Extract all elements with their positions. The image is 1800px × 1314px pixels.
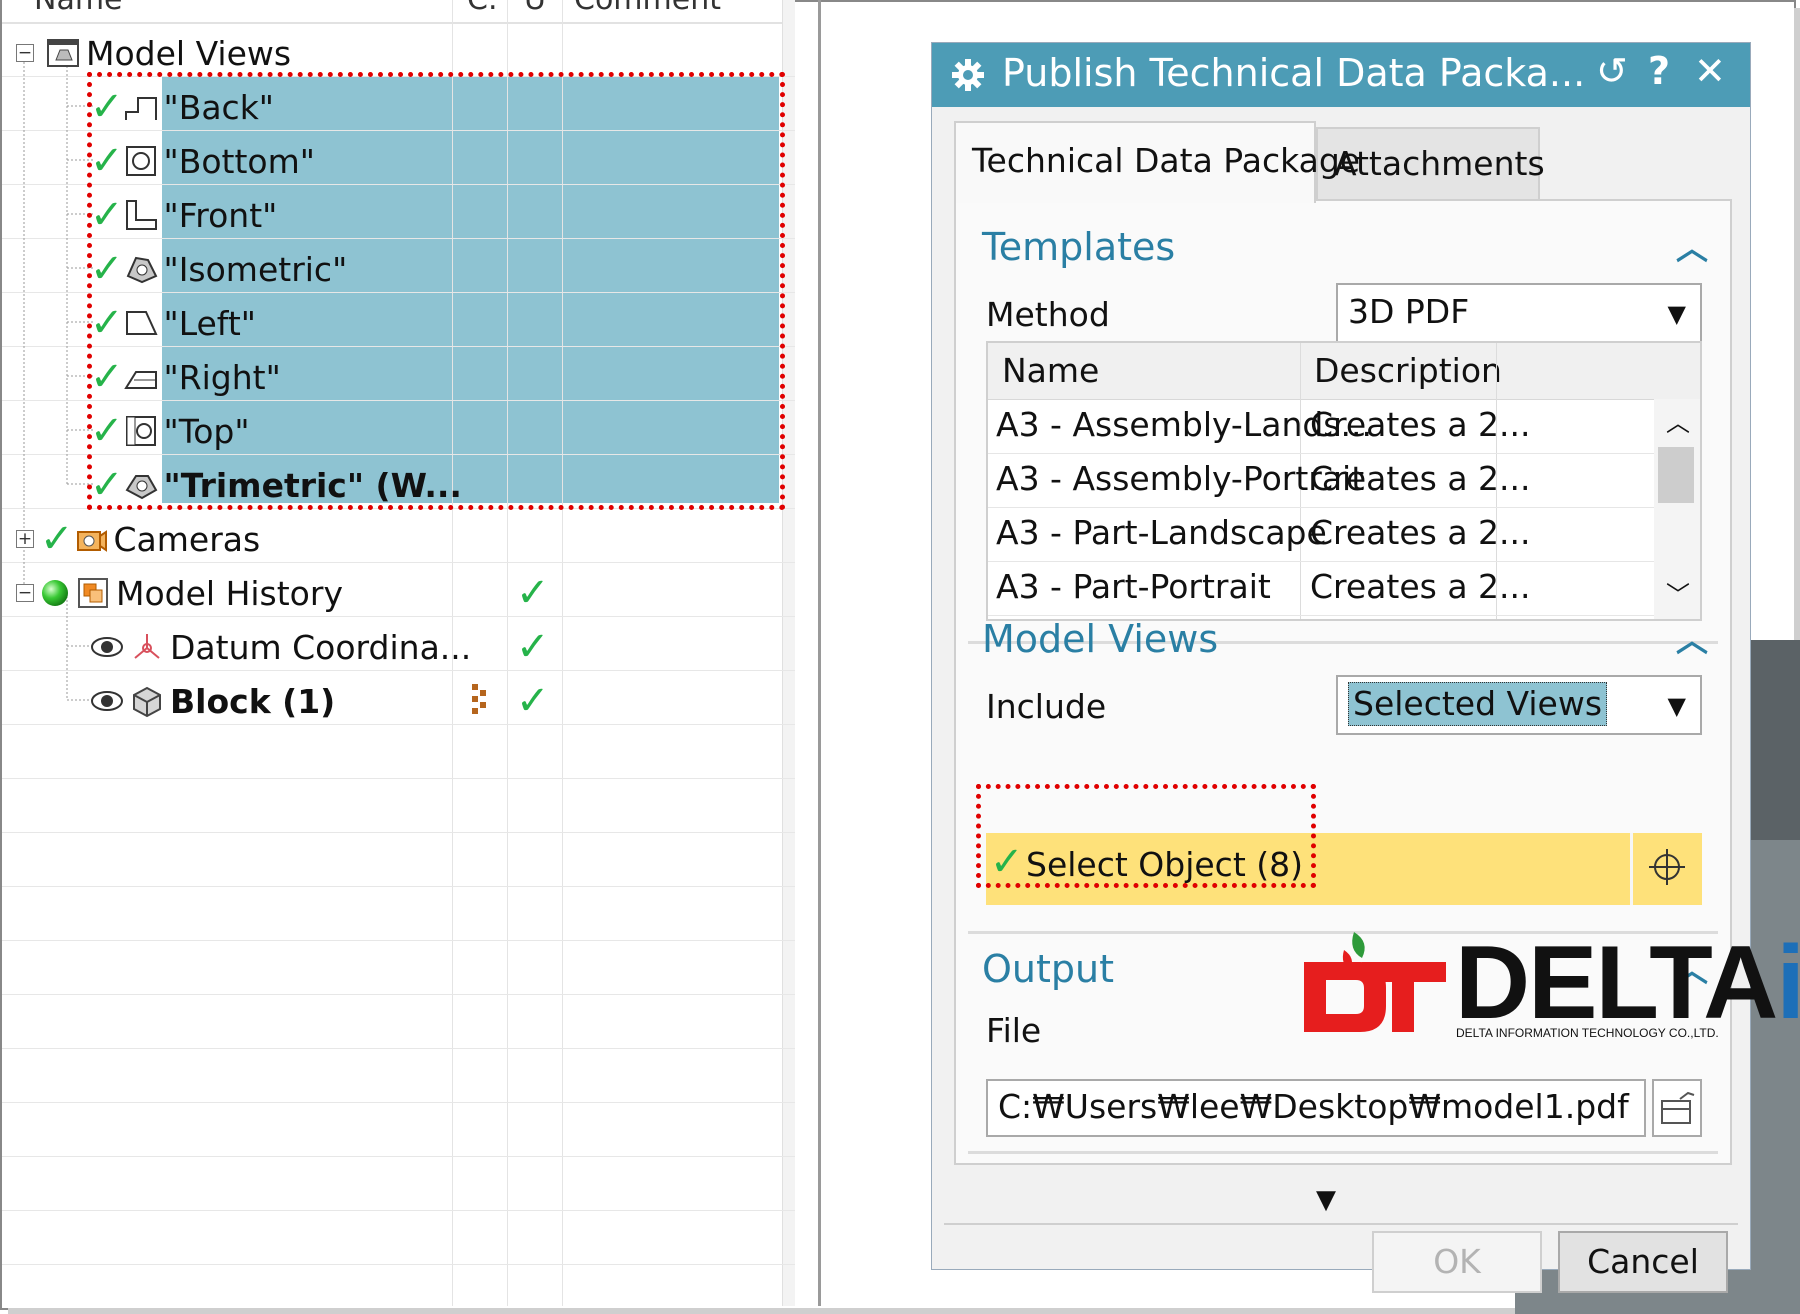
footer-separator: [944, 1223, 1738, 1225]
browse-folder-icon: [1661, 1091, 1695, 1124]
collapse-icon[interactable]: −: [16, 44, 34, 62]
tab-technical-data-package[interactable]: Technical Data Package: [954, 121, 1360, 203]
chevron-down-icon: ▼: [1667, 692, 1686, 720]
delta-it-logo-mark: [1304, 932, 1446, 1032]
up-to-date-check-icon: ✓: [516, 678, 550, 724]
dialog-title: Publish Technical Data Packa...: [1002, 51, 1586, 95]
tree-node-label: Block (1): [170, 681, 336, 721]
collapse-group-icon[interactable]: ︿: [1676, 615, 1708, 661]
group-separator: [968, 1151, 1718, 1154]
template-description: Creates a 2...: [1310, 459, 1531, 498]
window-splitter[interactable]: [818, 0, 821, 1306]
browse-button[interactable]: [1652, 1079, 1702, 1137]
dependency-icon: [472, 684, 486, 714]
close-icon[interactable]: ✕: [1694, 49, 1726, 93]
block-icon: [133, 686, 161, 718]
camera-icon: [76, 530, 107, 552]
template-name: A3 - Part-Landscape: [996, 513, 1327, 552]
reset-icon[interactable]: ↺: [1596, 49, 1628, 93]
model-views-icon: [47, 39, 79, 67]
scroll-up-icon[interactable]: ︿: [1666, 403, 1690, 438]
table-row[interactable]: A3 - Assembly-Lands... Creates a 2...: [988, 399, 1656, 454]
datum-csys-icon: [134, 634, 160, 659]
tree-node-feature[interactable]: Datum Coordina...: [90, 620, 471, 674]
group-title-output[interactable]: Output: [982, 947, 1114, 991]
expand-icon[interactable]: +: [16, 530, 34, 548]
check-icon: ✓: [40, 516, 74, 562]
include-select-value: Selected Views: [1348, 682, 1608, 726]
column-header-description[interactable]: Description: [1314, 351, 1502, 390]
eye-icon[interactable]: [90, 684, 124, 718]
tree-node-label: Model History: [116, 573, 343, 613]
gear-icon: [952, 59, 984, 91]
annotation-highlight-select-object: [976, 784, 1316, 888]
tree-node-label: Cameras: [113, 519, 261, 559]
scroll-down-icon[interactable]: ﹀: [1666, 575, 1690, 610]
up-to-date-check-icon: ✓: [516, 624, 550, 670]
tree-node-model-history[interactable]: − Model History: [16, 566, 343, 620]
templates-table: Name Description A3 - Assembly-Lands... …: [986, 341, 1702, 621]
cancel-button[interactable]: Cancel: [1558, 1231, 1728, 1293]
table-row[interactable]: A3 - Part-Portrait Creates a 2...: [988, 561, 1656, 616]
model-history-icon: [78, 578, 108, 608]
templates-table-header: Name Description: [988, 343, 1700, 400]
template-description: Creates a 2...: [1310, 513, 1531, 552]
column-header-comment[interactable]: Comment: [574, 0, 721, 17]
file-label: File: [986, 1011, 1042, 1050]
template-description: Creates a 2...: [1310, 567, 1531, 606]
tree-node-label: Datum Coordina...: [170, 627, 472, 667]
column-header-u[interactable]: U: [524, 0, 546, 17]
more-options-icon[interactable]: ▼: [1316, 1185, 1336, 1215]
group-title-model-views[interactable]: Model Views: [982, 617, 1218, 661]
logo-text-accent: iT: [1776, 925, 1800, 1041]
logo-subtitle: DELTA INFORMATION TECHNOLOGY CO.,LTD.: [1456, 1026, 1719, 1040]
table-row[interactable]: A3 - Assembly-Portrait Creates a 2...: [988, 453, 1656, 508]
part-navigator: Name C. U Comment: [2, 0, 795, 1306]
publish-tdp-dialog: Publish Technical Data Packa... ↺ ? ✕ Te…: [931, 42, 1751, 1293]
scrollbar-thumb[interactable]: [1658, 447, 1694, 503]
dialog-titlebar[interactable]: Publish Technical Data Packa... ↺ ? ✕: [932, 43, 1750, 107]
method-select[interactable]: 3D PDF ▼: [1336, 283, 1702, 343]
chevron-down-icon: ▼: [1667, 300, 1686, 328]
template-name: A3 - Part-Portrait: [996, 567, 1271, 606]
template-name: A3 - Assembly-Portrait: [996, 459, 1365, 498]
tree-node-feature[interactable]: Block (1): [90, 674, 335, 728]
select-crosshair-button[interactable]: [1630, 833, 1702, 905]
tree-node-label: Model Views: [86, 33, 292, 73]
templates-scrollbar[interactable]: ︿ ﹀: [1654, 399, 1700, 619]
include-select[interactable]: Selected Views ▼: [1336, 675, 1702, 735]
method-select-value: 3D PDF: [1348, 292, 1470, 331]
column-header-c[interactable]: C.: [467, 0, 497, 17]
crosshair-icon: [1649, 849, 1685, 885]
group-title-templates[interactable]: Templates: [982, 225, 1175, 269]
collapse-icon[interactable]: −: [16, 584, 34, 602]
status-green-ball-icon: [42, 580, 68, 606]
column-header-name[interactable]: Name: [1002, 351, 1099, 390]
method-label: Method: [986, 295, 1110, 334]
include-label: Include: [986, 687, 1107, 726]
up-to-date-check-icon: ✓: [516, 570, 550, 616]
delta-it-logo: DELTAiT DELTA INFORMATION TECHNOLOGY CO.…: [1300, 925, 1800, 1046]
tree-node-cameras[interactable]: + ✓ Cameras: [16, 512, 260, 566]
ok-button[interactable]: OK: [1372, 1231, 1542, 1293]
collapse-group-icon[interactable]: ︿: [1676, 223, 1708, 269]
help-icon[interactable]: ?: [1648, 49, 1670, 93]
annotation-highlight-views: [87, 72, 785, 510]
table-row[interactable]: A3 - Part-Landscape Creates a 2...: [988, 507, 1656, 562]
output-file-field[interactable]: C:₩Users₩lee₩Desktop₩model1.pdf: [986, 1079, 1646, 1137]
logo-text-main: DELTA: [1455, 925, 1778, 1041]
template-description: Creates a 2...: [1310, 405, 1531, 444]
eye-icon[interactable]: [90, 630, 124, 664]
